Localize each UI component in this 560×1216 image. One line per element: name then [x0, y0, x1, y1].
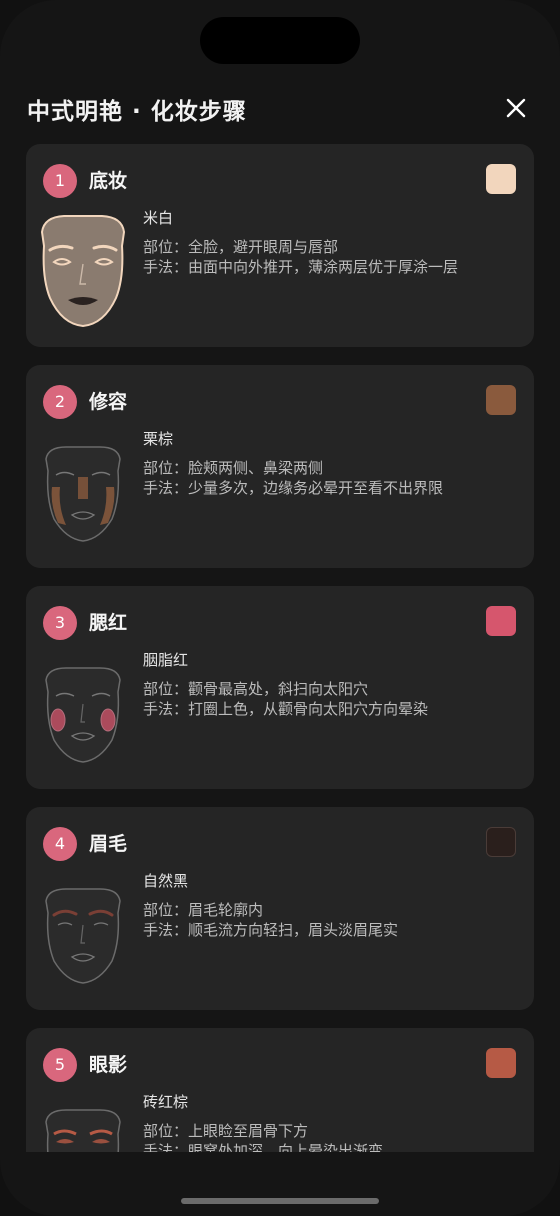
- application-method: 手法：由面中向外推开，薄涂两层优于厚涂一层: [143, 258, 459, 276]
- application-area: 部位：脸颊两侧、鼻梁两侧: [143, 459, 324, 477]
- step-card-foundation[interactable]: 1 底妆 米白 部位：全脸，避开眼周与唇部 手法：由面中向外推开，薄涂两层优于厚…: [26, 144, 534, 347]
- dynamic-island: [200, 17, 360, 64]
- phone-screen: 中式明艳 · 化妆步骤 1 底妆 米白 部位：全脸，避开眼周与唇部 手法：由面中…: [0, 0, 560, 1216]
- shade-name: 砖红棕: [143, 1093, 189, 1111]
- face-contour-icon: [45, 446, 121, 542]
- shade-name: 栗棕: [143, 430, 174, 448]
- step-title: 底妆: [89, 170, 128, 192]
- step-card-contour[interactable]: 2 修容 栗棕 部位：脸颊两侧、鼻梁两侧 手法：少量多次，边缘务必晕开至看不出界…: [26, 365, 534, 568]
- step-number-badge: 1: [43, 164, 77, 198]
- home-indicator[interactable]: [181, 1198, 379, 1204]
- application-method: 手法：少量多次，边缘务必晕开至看不出界限: [143, 479, 444, 497]
- step-number-badge: 4: [43, 827, 77, 861]
- shade-name: 米白: [143, 209, 174, 227]
- step-number-badge: 2: [43, 385, 77, 419]
- step-number-badge: 3: [43, 606, 77, 640]
- step-card-brows[interactable]: 4 眉毛 自然黑 部位：眉毛轮廓内 手法：顺毛流方向轻扫，眉头淡眉尾实: [26, 807, 534, 1010]
- shade-name: 自然黑: [143, 872, 189, 890]
- face-eyeshadow-icon: [45, 1109, 121, 1152]
- shade-name: 胭脂红: [143, 651, 189, 669]
- application-method: 手法：打圈上色，从颧骨向太阳穴方向晕染: [143, 700, 429, 718]
- color-swatch: [486, 827, 516, 857]
- step-card-eyeshadow[interactable]: 5 眼影 砖红棕 部位：上眼睑至眉骨下方 手法：眼窝处加深，向上晕染出渐变: [26, 1028, 534, 1152]
- application-area: 部位：上眼睑至眉骨下方: [143, 1122, 309, 1140]
- application-method: 手法：眼窝处加深，向上晕染出渐变: [143, 1142, 384, 1152]
- close-icon[interactable]: [502, 94, 530, 122]
- face-foundation-icon: [40, 215, 126, 328]
- step-title: 腮红: [89, 612, 128, 634]
- application-area: 部位：颧骨最高处，斜扫向太阳穴: [143, 680, 369, 698]
- face-blush-icon: [45, 667, 121, 763]
- page-title: 中式明艳 · 化妆步骤: [27, 99, 247, 125]
- steps-list[interactable]: 1 底妆 米白 部位：全脸，避开眼周与唇部 手法：由面中向外推开，薄涂两层优于厚…: [26, 144, 534, 1152]
- color-swatch: [486, 606, 516, 636]
- color-swatch: [486, 164, 516, 194]
- color-swatch: [486, 1048, 516, 1078]
- application-method: 手法：顺毛流方向轻扫，眉头淡眉尾实: [143, 921, 399, 939]
- step-number-badge: 5: [43, 1048, 77, 1082]
- header: 中式明艳 · 化妆步骤: [0, 86, 560, 132]
- face-brows-icon: [45, 888, 121, 984]
- step-title: 眼影: [89, 1054, 128, 1076]
- step-title: 修容: [89, 391, 128, 413]
- application-area: 部位：眉毛轮廓内: [143, 901, 264, 919]
- step-card-blush[interactable]: 3 腮红 胭脂红 部位：颧骨最高处，斜扫向太阳穴 手法：打圈上色，从颧骨向太阳穴…: [26, 586, 534, 789]
- step-title: 眉毛: [89, 833, 128, 855]
- application-area: 部位：全脸，避开眼周与唇部: [143, 238, 339, 256]
- color-swatch: [486, 385, 516, 415]
